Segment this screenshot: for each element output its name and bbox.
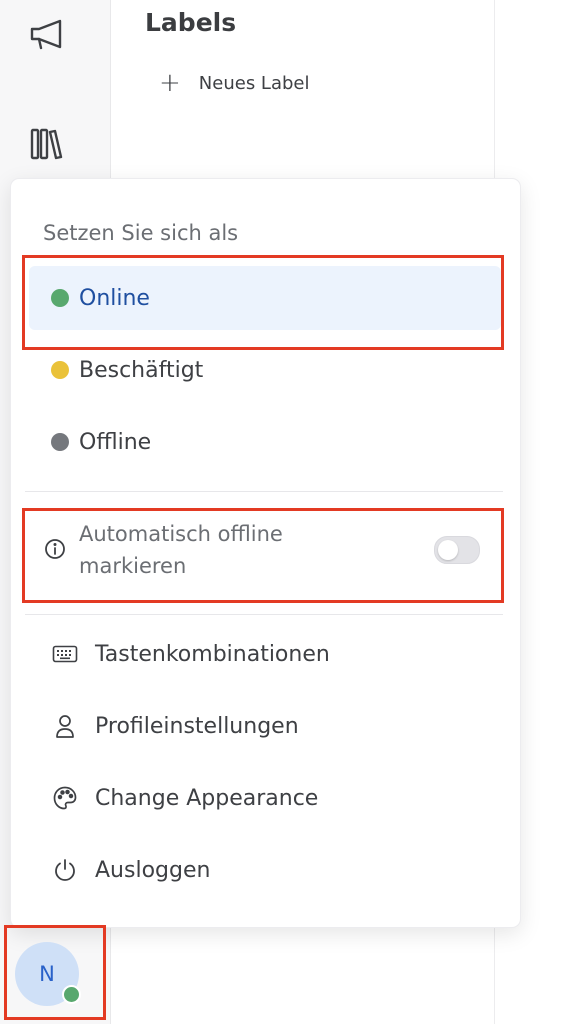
auto-offline-row: Automatisch offline markieren: [29, 514, 501, 594]
menu-item-profile-settings[interactable]: Profileinstellungen: [29, 696, 501, 756]
menu-item-label: Change Appearance: [95, 785, 319, 811]
divider: [25, 614, 503, 615]
status-dot-icon: [51, 289, 69, 307]
status-label: Online: [79, 285, 150, 311]
status-dot-icon: [51, 433, 69, 451]
new-label-button[interactable]: + Neues Label: [159, 70, 309, 96]
megaphone-icon[interactable]: [28, 14, 68, 54]
menu-item-shortcuts[interactable]: Tastenkombinationen: [29, 624, 501, 684]
auto-offline-label: Automatisch offline markieren: [79, 522, 283, 578]
status-busy[interactable]: Beschäftigt: [29, 338, 501, 402]
palette-icon: [51, 784, 79, 812]
menu-item-appearance[interactable]: Change Appearance: [29, 768, 501, 828]
status-online[interactable]: Online: [29, 266, 501, 330]
status-label: Beschäftigt: [79, 357, 204, 383]
presence-dot-icon: [62, 985, 81, 1004]
user-icon: [51, 712, 79, 740]
menu-item-label: Ausloggen: [95, 857, 211, 883]
new-label-text: Neues Label: [198, 72, 310, 94]
menu-item-label: Tastenkombinationen: [95, 641, 330, 667]
auto-offline-toggle[interactable]: [434, 536, 480, 564]
power-icon: [51, 856, 79, 884]
plus-icon: +: [159, 68, 181, 98]
user-avatar-button[interactable]: N: [15, 942, 81, 1006]
menu-heading: Setzen Sie sich als: [43, 221, 239, 245]
info-icon: [44, 538, 66, 560]
library-icon[interactable]: [28, 124, 68, 164]
keyboard-icon: [51, 640, 79, 668]
status-offline[interactable]: Offline: [29, 410, 501, 474]
menu-item-label: Profileinstellungen: [95, 713, 299, 739]
status-label: Offline: [79, 429, 152, 455]
menu-item-logout[interactable]: Ausloggen: [29, 840, 501, 900]
toggle-knob: [438, 540, 458, 560]
panel-title: Labels: [145, 8, 237, 37]
divider: [25, 491, 503, 492]
status-dot-icon: [51, 361, 69, 379]
status-menu: Setzen Sie sich als Online Beschäftigt O…: [10, 178, 521, 928]
